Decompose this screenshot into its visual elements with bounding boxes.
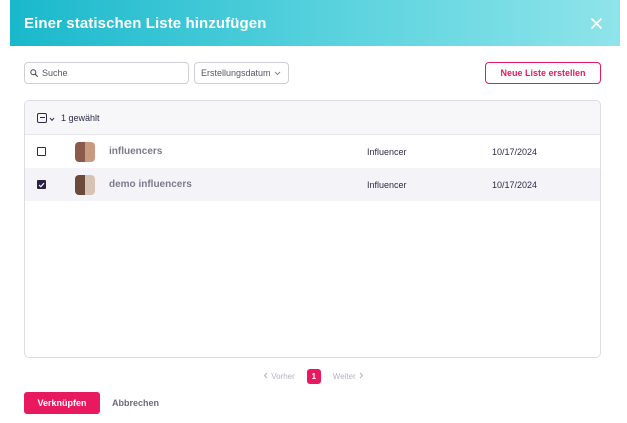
list-avatar (75, 174, 95, 195)
list-type: Influencer (367, 179, 407, 190)
sort-select[interactable]: Erstellungsdatum (194, 62, 289, 84)
prev-page-label: Vorher (271, 371, 295, 381)
list-type: Influencer (367, 146, 407, 157)
chevron-down-icon (274, 68, 281, 78)
toolbar: Erstellungsdatum Neue Liste erstellen (24, 62, 601, 84)
dialog-header: Einer statischen Liste hinzufügen (10, 0, 620, 46)
prev-page-button[interactable]: Vorher (263, 372, 295, 381)
list-avatar (75, 141, 95, 162)
list-name[interactable]: influencers (109, 146, 162, 157)
chevron-left-icon (263, 372, 268, 381)
chevron-right-icon (359, 372, 364, 381)
close-icon[interactable] (588, 15, 604, 31)
link-button[interactable]: Verknüpfen (24, 392, 100, 414)
next-page-button[interactable]: Weiter (333, 372, 364, 381)
dialog-footer: Verknüpfen Abbrechen (24, 392, 159, 414)
row-checkbox[interactable] (37, 147, 46, 156)
list-date: 10/17/2024 (492, 146, 538, 157)
bulk-select-dropdown[interactable] (37, 109, 55, 127)
table-row[interactable]: influencers Influencer 10/17/2024 (25, 135, 600, 168)
table-header: 1 gewählt (25, 101, 600, 135)
next-page-label: Weiter (332, 371, 356, 381)
list-date: 10/17/2024 (492, 179, 538, 190)
chevron-down-icon (49, 109, 55, 127)
search-icon (30, 64, 38, 82)
list-name[interactable]: demo influencers (109, 179, 192, 190)
row-checkbox[interactable] (37, 180, 46, 189)
search-box[interactable] (24, 62, 189, 84)
table-row[interactable]: demo influencers Influencer 10/17/2024 (25, 168, 600, 201)
search-input[interactable] (42, 68, 182, 78)
page-number-current[interactable]: 1 (306, 368, 321, 384)
bulk-select-checkbox[interactable] (37, 112, 47, 123)
checkmark-icon (38, 182, 45, 188)
cancel-button[interactable]: Abbrechen (112, 398, 159, 408)
pagination: Vorher 1 Weiter (0, 368, 627, 384)
lists-table: 1 gewählt influencers Influencer 10/17/2… (24, 100, 601, 358)
sort-select-label: Erstellungsdatum (201, 68, 271, 78)
new-list-button[interactable]: Neue Liste erstellen (485, 62, 601, 84)
selected-count: 1 gewählt (61, 112, 100, 123)
dialog-title: Einer statischen Liste hinzufügen (24, 14, 267, 32)
